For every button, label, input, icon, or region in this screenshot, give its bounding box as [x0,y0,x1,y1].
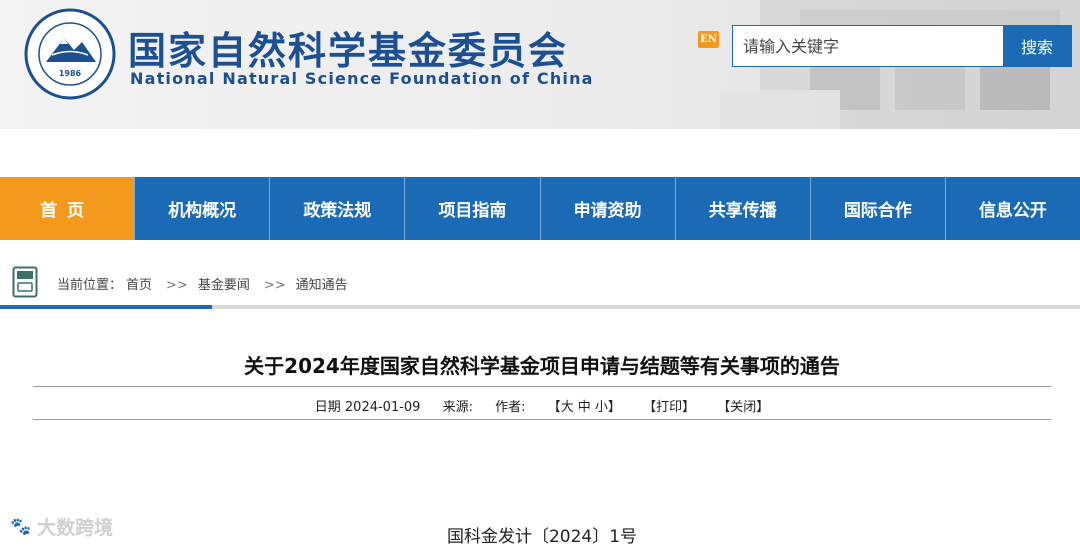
breadcrumb-notices[interactable]: 通知通告 [296,278,348,293]
article-date: 日期 2024-01-09 [314,400,421,415]
article-title: 关于2024年度国家自然科学基金项目申请与结题等有关事项的通告 [244,354,840,378]
search-box: 搜索 [732,25,1072,67]
nav-item-disclosure[interactable]: 信息公开 [946,177,1080,240]
nav-item-sharing[interactable]: 共享传播 [676,177,811,240]
nav-item-apply[interactable]: 申请资助 [541,177,676,240]
article-author: 作者: [495,400,526,415]
nsfc-emblem-icon[interactable]: 1986 [24,8,116,100]
site-title-cn[interactable]: 国家自然科学基金委员会 [128,20,568,75]
breadcrumb-separator: >> [166,278,188,293]
print-button[interactable]: 【打印】 [643,400,695,415]
nav-item-policies[interactable]: 政策法规 [270,177,406,240]
watermark: 🐾 大数跨境 [10,513,113,540]
font-size-switcher[interactable]: 【大 中 小】 [548,400,621,415]
breadcrumb-prefix: 当前位置： [57,278,123,293]
main-nav: 首页 机构概况 政策法规 项目指南 申请资助 共享传播 国际合作 信息公开 [0,177,1080,240]
title-divider [33,386,1051,387]
document-number: 国科金发计〔2024〕1号 [446,527,638,547]
site-title-en[interactable]: National Natural Science Foundation of C… [130,69,594,88]
nav-item-international[interactable]: 国际合作 [811,177,946,240]
breadcrumb-news[interactable]: 基金要闻 [198,278,250,293]
nav-item-home[interactable]: 首页 [0,177,136,240]
search-button[interactable]: 搜索 [1003,26,1071,66]
emblem-year: 1986 [59,69,82,78]
english-version-link[interactable]: EN [698,31,719,48]
article-meta: 日期 2024-01-09 来源: 作者: 【大 中 小】 【打印】 【关闭】 [0,396,1080,415]
close-button[interactable]: 【关闭】 [717,400,769,415]
meta-divider [33,419,1051,420]
breadcrumb-separator: >> [263,278,286,293]
breadcrumb-bar: 当前位置： 首页 >> 基金要闻 >> 通知通告 [0,258,1080,308]
location-book-icon [12,266,38,298]
breadcrumb: 当前位置： 首页 >> 基金要闻 >> 通知通告 [57,274,352,293]
watermark-paw-icon: 🐾 [10,516,32,537]
breadcrumb-divider-accent [0,305,212,309]
search-input[interactable] [733,26,1003,66]
breadcrumb-home[interactable]: 首页 [126,278,152,293]
article-source: 来源: [442,400,473,415]
nav-item-about[interactable]: 机构概况 [135,177,271,240]
nav-item-guides[interactable]: 项目指南 [405,177,541,240]
watermark-text: 大数跨境 [37,517,114,539]
site-header: 1986 国家自然科学基金委员会 National Natural Scienc… [0,0,1080,129]
